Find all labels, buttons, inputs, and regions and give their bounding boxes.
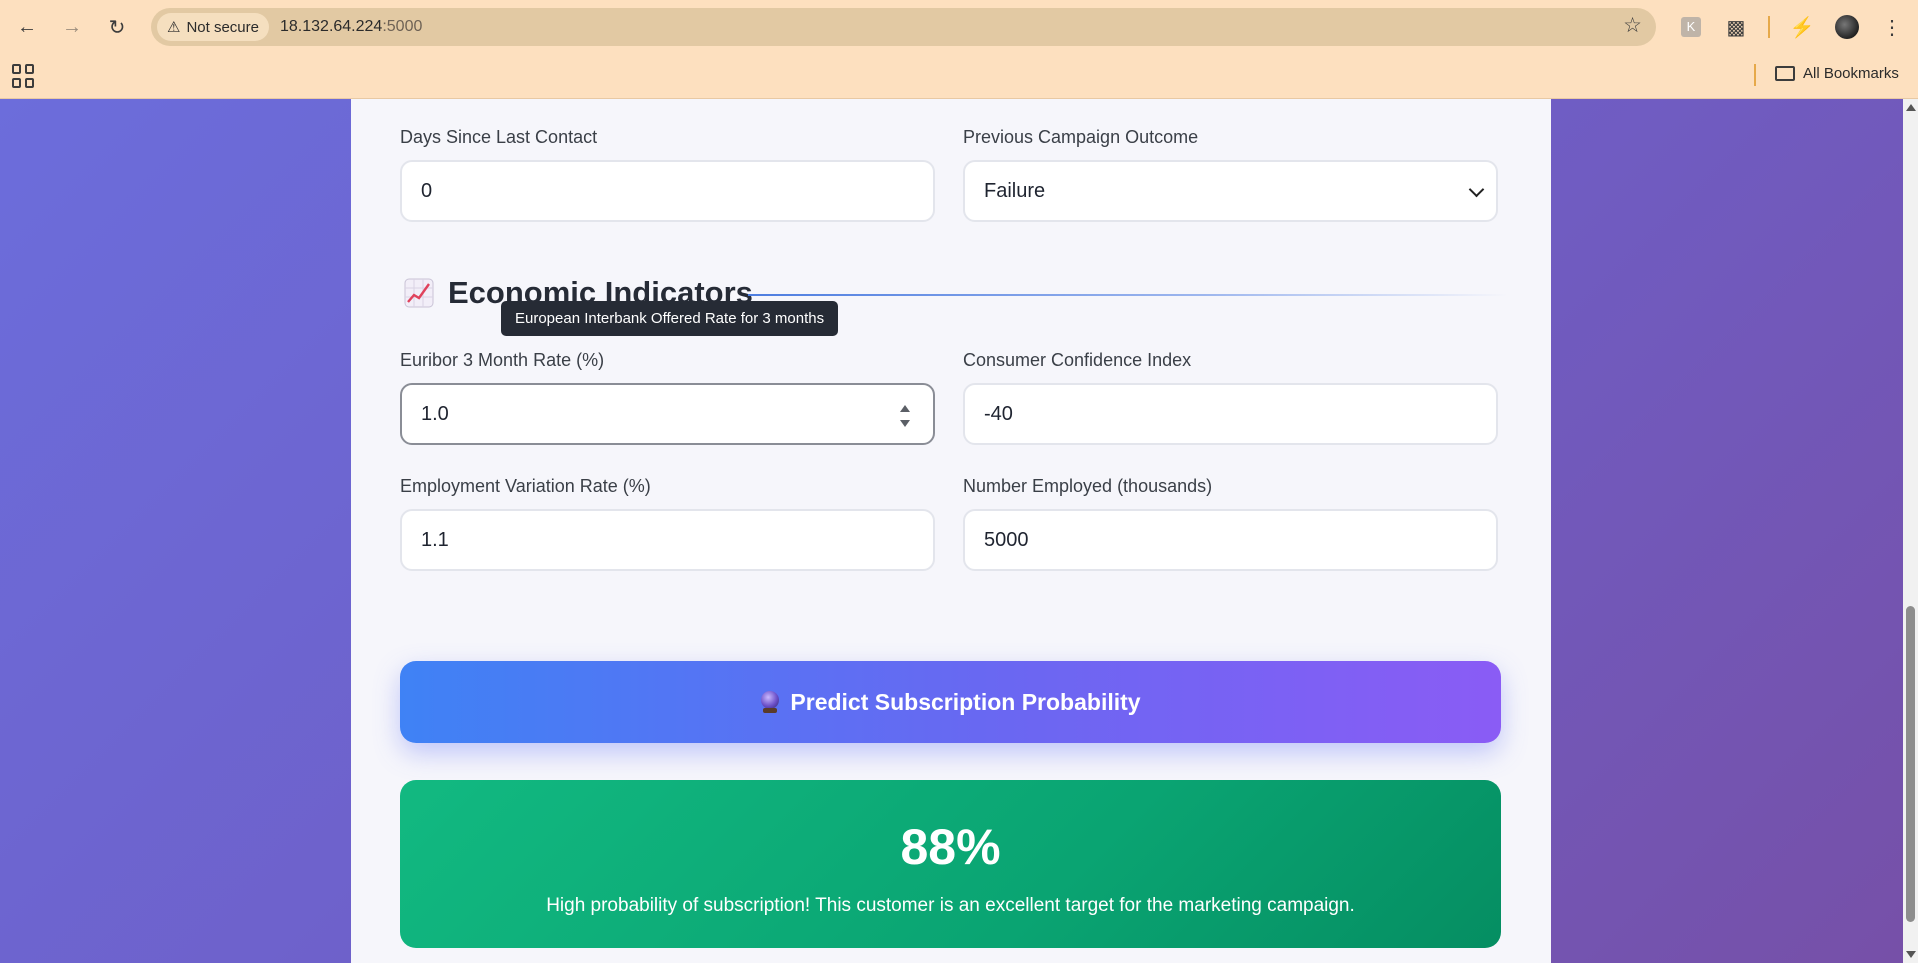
security-label: Not secure bbox=[186, 18, 259, 36]
consumer-confidence-input[interactable]: -40 bbox=[963, 383, 1498, 445]
extensions-puzzle-icon[interactable]: ▩ bbox=[1722, 13, 1750, 41]
result-percentage: 88% bbox=[900, 819, 1001, 875]
crystal-ball-icon bbox=[760, 691, 780, 713]
scroll-up-icon[interactable] bbox=[1906, 104, 1916, 111]
number-spinner[interactable] bbox=[899, 405, 911, 427]
apps-grid-icon[interactable] bbox=[12, 64, 36, 88]
predict-button[interactable]: Predict Subscription Probability bbox=[400, 661, 1501, 743]
chart-increasing-icon bbox=[404, 278, 434, 308]
warning-icon: ⚠ bbox=[167, 19, 181, 36]
days-since-contact-label: Days Since Last Contact bbox=[400, 127, 598, 147]
reload-icon[interactable]: ↻ bbox=[102, 12, 132, 42]
number-employed-label: Number Employed (thousands) bbox=[963, 476, 1213, 496]
previous-outcome-select[interactable]: Failure bbox=[963, 160, 1498, 222]
page-viewport: Days Since Last Contact 0 Previous Campa… bbox=[0, 99, 1903, 963]
all-bookmarks-button[interactable]: All Bookmarks bbox=[1775, 65, 1899, 82]
euribor-tooltip: European Interbank Offered Rate for 3 mo… bbox=[501, 301, 839, 336]
section-divider bbox=[748, 294, 1508, 296]
chevron-down-icon bbox=[1468, 181, 1485, 198]
avatar[interactable] bbox=[1833, 13, 1861, 41]
back-icon[interactable]: ← bbox=[12, 12, 42, 42]
euribor-label: Euribor 3 Month Rate (%) bbox=[400, 350, 605, 370]
bookmarks-bar: All Bookmarks bbox=[0, 54, 1918, 99]
spinner-up-icon[interactable] bbox=[900, 405, 910, 412]
consumer-confidence-label: Consumer Confidence Index bbox=[963, 350, 1192, 370]
predict-button-label: Predict Subscription Probability bbox=[790, 688, 1141, 715]
forward-icon[interactable]: → bbox=[57, 12, 87, 42]
previous-outcome-label: Previous Campaign Outcome bbox=[963, 127, 1199, 147]
number-employed-input[interactable]: 5000 bbox=[963, 509, 1498, 571]
form-card: Days Since Last Contact 0 Previous Campa… bbox=[351, 99, 1551, 963]
bookmark-star-icon[interactable]: ☆ bbox=[1623, 13, 1642, 38]
scroll-down-icon[interactable] bbox=[1906, 951, 1916, 958]
security-chip[interactable]: ⚠ Not secure bbox=[157, 13, 269, 41]
toolbar-separator bbox=[1768, 16, 1770, 38]
employment-variation-label: Employment Variation Rate (%) bbox=[400, 476, 651, 496]
address-bar[interactable]: ⚠ Not secure 18.132.64.224:5000 ☆ bbox=[151, 8, 1656, 46]
url-text: 18.132.64.224:5000 bbox=[280, 18, 423, 35]
page-scrollbar[interactable] bbox=[1903, 99, 1918, 963]
menu-kebab-icon[interactable]: ⋮ bbox=[1878, 13, 1906, 41]
all-bookmarks-label: All Bookmarks bbox=[1803, 65, 1899, 82]
folder-icon bbox=[1775, 66, 1795, 81]
euribor-input[interactable]: 1.0 bbox=[400, 383, 935, 445]
browser-toolbar: ← → ↻ ⚠ Not secure 18.132.64.224:5000 ☆ … bbox=[0, 0, 1918, 54]
prediction-result: 88% High probability of subscription! Th… bbox=[400, 780, 1501, 948]
bookmarks-separator bbox=[1754, 64, 1756, 86]
scroll-thumb[interactable] bbox=[1906, 606, 1915, 922]
extension-k-icon[interactable]: K bbox=[1677, 13, 1705, 41]
spinner-down-icon[interactable] bbox=[900, 420, 910, 427]
employment-variation-input[interactable]: 1.1 bbox=[400, 509, 935, 571]
performance-icon[interactable]: ⚡ bbox=[1788, 13, 1816, 41]
days-since-contact-input[interactable]: 0 bbox=[400, 160, 935, 222]
result-message: High probability of subscription! This c… bbox=[546, 895, 1355, 916]
